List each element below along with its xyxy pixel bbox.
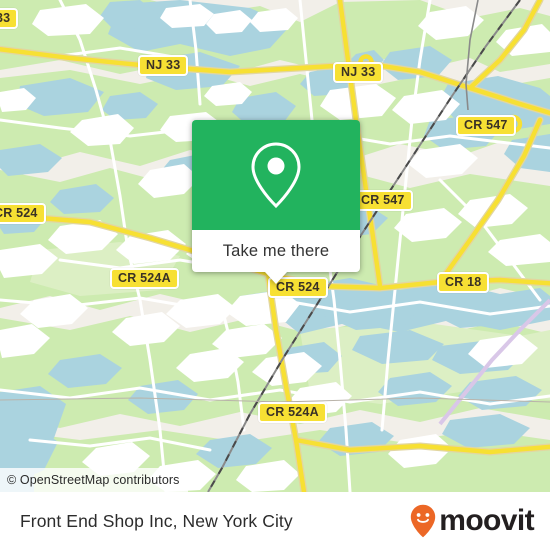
footer-bar: Front End Shop Inc, New York City moovit [0,492,550,550]
map-pin-icon [251,142,301,209]
moovit-map-screenshot: 33 NJ 33 NJ 33 CR 547 CR 547 CR 524 CR 5… [0,0,550,550]
place-title: Front End Shop Inc, New York City [20,511,293,531]
road-shield-cr-547-b[interactable]: CR 547 [353,190,413,211]
popup-header [192,120,360,230]
road-shield-33[interactable]: 33 [0,8,19,29]
moovit-smiley-pin-icon [411,504,436,538]
road-shield-cr-524a-b[interactable]: CR 524A [258,402,327,423]
take-me-there-label: Take me there [222,241,330,260]
popup-pointer [265,272,287,284]
road-shield-nj-33-b[interactable]: NJ 33 [333,62,384,83]
road-shield-cr-18[interactable]: CR 18 [437,272,490,293]
take-me-there-button[interactable]: Take me there [192,230,360,272]
map-canvas[interactable]: 33 NJ 33 NJ 33 CR 547 CR 547 CR 524 CR 5… [0,0,550,492]
moovit-logo[interactable]: moovit [410,492,535,550]
road-shield-cr-524-a[interactable]: CR 524 [0,203,46,224]
moovit-wordmark: moovit [439,504,534,537]
osm-attribution[interactable]: © OpenStreetMap contributors [0,468,188,492]
osm-attribution-text: © OpenStreetMap contributors [7,473,180,487]
map-popup-card[interactable]: Take me there [192,120,360,284]
road-shield-cr-547-a[interactable]: CR 547 [456,115,516,136]
road-shield-cr-524a-a[interactable]: CR 524A [110,268,179,289]
road-shield-nj-33-a[interactable]: NJ 33 [138,55,189,76]
